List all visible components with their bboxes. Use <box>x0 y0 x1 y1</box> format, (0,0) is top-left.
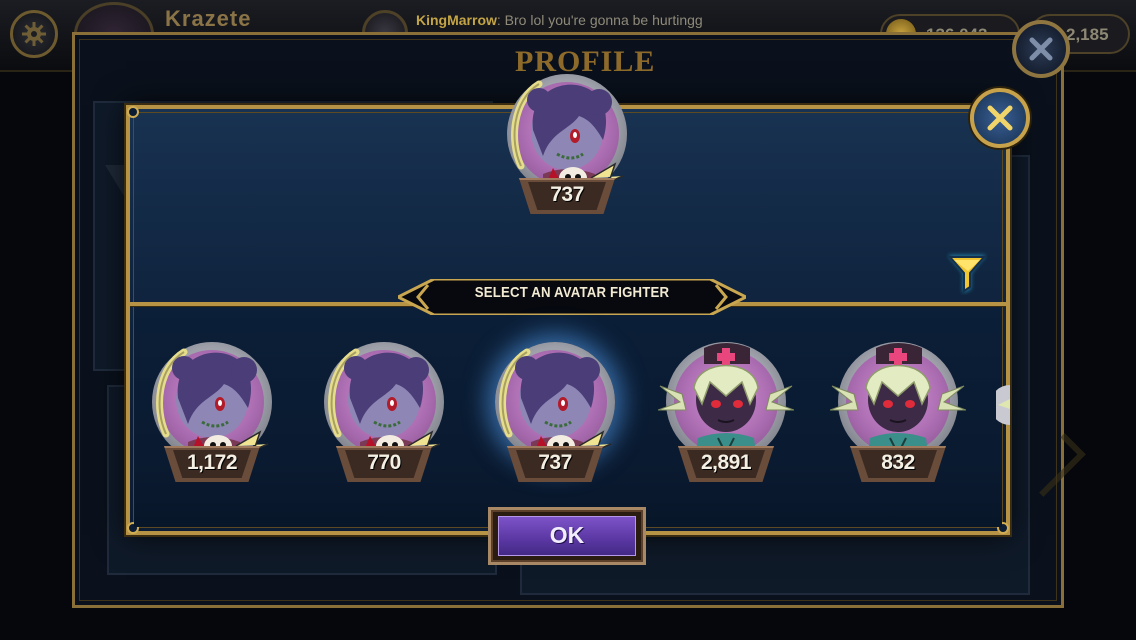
avatar-option[interactable]: 2,891 <box>658 338 794 488</box>
avatar-value: 832 <box>881 451 915 474</box>
dialog-close-button[interactable] <box>970 88 1030 148</box>
gear-icon <box>22 22 46 46</box>
close-icon <box>1029 37 1053 61</box>
avatar-value-plate: 770 <box>336 446 432 482</box>
avatar-value: 737 <box>550 183 584 206</box>
ok-button-label: OK <box>549 522 585 548</box>
chat-text: : Bro lol you're gonna be hurtingg <box>496 12 703 28</box>
filter-button[interactable] <box>944 249 990 295</box>
avatar-option[interactable]: 1,172 <box>144 338 280 488</box>
close-icon <box>987 105 1013 131</box>
corner-ornament <box>127 106 139 118</box>
section-banner: SELECT AN AVATAR FIGHTER <box>398 279 746 315</box>
filter-icon <box>947 255 987 293</box>
avatar-value: 1,172 <box>186 451 238 474</box>
avatar-value: 2,891 <box>700 451 752 474</box>
avatar-value: 770 <box>367 451 401 474</box>
next-arrow-icon <box>1022 433 1086 497</box>
player-name: Krazete <box>165 6 252 31</box>
avatar-option[interactable]: 737 <box>487 338 623 488</box>
profile-close-button[interactable] <box>1012 20 1070 78</box>
gem-amount: 2,185 <box>1066 25 1109 44</box>
chat-sender: KingMarrow <box>416 12 497 28</box>
avatar-option[interactable]: 832 <box>830 338 966 488</box>
current-avatar: 737 <box>499 70 635 220</box>
settings-button[interactable] <box>10 10 58 58</box>
avatar-value-plate: 832 <box>850 446 946 482</box>
section-banner-label: SELECT AN AVATAR FIGHTER <box>474 284 670 301</box>
avatar-value-plate: 2,891 <box>678 446 774 482</box>
avatar-value: 737 <box>538 451 572 474</box>
chat-message[interactable]: KingMarrow: Bro lol you're gonna be hurt… <box>416 12 703 28</box>
avatar-value-plate: 1,172 <box>164 446 260 482</box>
avatar-value-plate: 737 <box>507 446 603 482</box>
partial-avatar[interactable] <box>996 385 1010 425</box>
avatar-value-plate: 737 <box>519 178 615 214</box>
partial-avatar-ring <box>996 385 1010 425</box>
ok-button[interactable]: OK <box>488 507 646 565</box>
avatar-option[interactable]: 770 <box>316 338 452 488</box>
